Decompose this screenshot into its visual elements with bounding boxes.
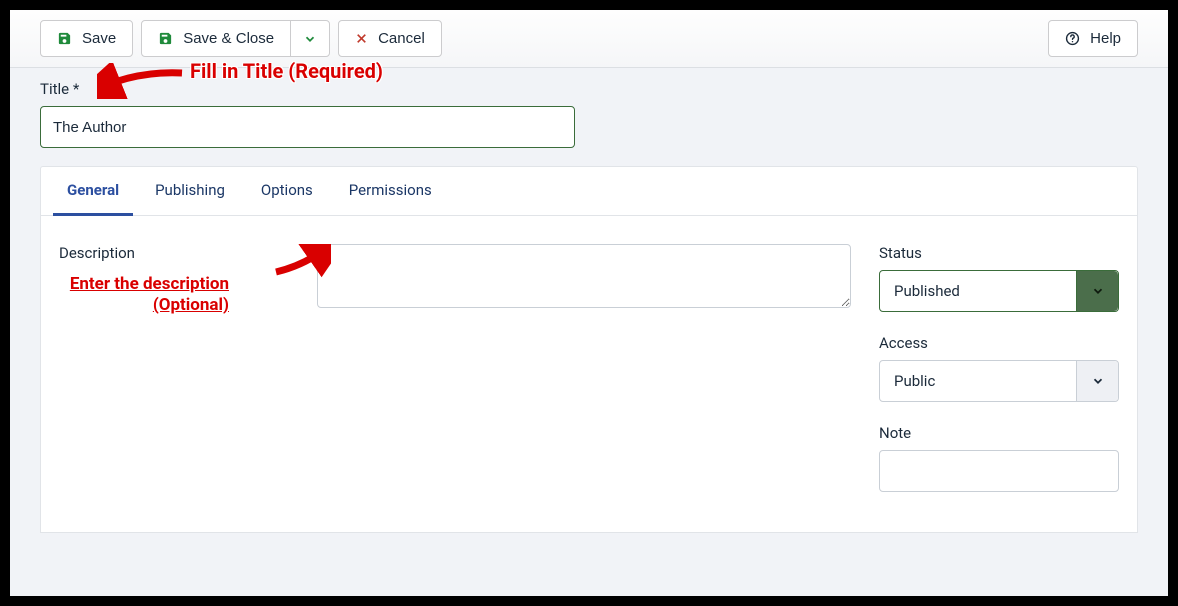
tab-options[interactable]: Options bbox=[247, 167, 327, 216]
mid-column bbox=[317, 244, 851, 492]
access-label: Access bbox=[879, 334, 1119, 352]
note-label: Note bbox=[879, 424, 1119, 442]
status-label: Status bbox=[879, 244, 1119, 262]
help-label: Help bbox=[1090, 30, 1121, 47]
save-close-dropdown-button[interactable] bbox=[290, 20, 330, 57]
save-button[interactable]: Save bbox=[40, 20, 133, 57]
right-column: Status Published Access Public bbox=[879, 244, 1119, 492]
tab-general[interactable]: General bbox=[53, 167, 133, 216]
annotation-desc-line2: (Optional) bbox=[153, 295, 229, 315]
save-close-group: Save & Close bbox=[141, 20, 330, 57]
title-area: Title * Fill in Title (Required) bbox=[10, 68, 1168, 166]
access-dropdown-button[interactable] bbox=[1076, 361, 1118, 401]
title-input[interactable] bbox=[40, 106, 575, 148]
save-close-label: Save & Close bbox=[183, 30, 274, 47]
tab-bar: General Publishing Options Permissions bbox=[41, 167, 1137, 216]
chevron-down-icon bbox=[303, 32, 317, 46]
save-label: Save bbox=[82, 30, 116, 47]
app-frame: Save Save & Close Cancel bbox=[10, 10, 1168, 596]
description-textarea[interactable] bbox=[317, 244, 851, 308]
cancel-label: Cancel bbox=[378, 30, 425, 47]
tab-publishing[interactable]: Publishing bbox=[141, 167, 239, 216]
note-input[interactable] bbox=[879, 450, 1119, 492]
save-icon bbox=[57, 31, 72, 46]
tab-permissions[interactable]: Permissions bbox=[335, 167, 446, 216]
cancel-button[interactable]: Cancel bbox=[338, 20, 442, 57]
status-dropdown-button[interactable] bbox=[1076, 271, 1118, 311]
annotation-desc-line1: Enter the description bbox=[70, 274, 229, 294]
title-label: Title * bbox=[40, 80, 79, 98]
status-select[interactable]: Published bbox=[879, 270, 1119, 312]
access-select[interactable]: Public bbox=[879, 360, 1119, 402]
content-panel: General Publishing Options Permissions D… bbox=[40, 166, 1138, 533]
chevron-down-icon bbox=[1091, 284, 1105, 298]
toolbar: Save Save & Close Cancel bbox=[10, 10, 1168, 68]
arrow-icon bbox=[97, 63, 187, 99]
close-icon bbox=[355, 32, 368, 45]
description-label: Description bbox=[59, 244, 289, 262]
status-value: Published bbox=[880, 282, 1076, 300]
access-value: Public bbox=[880, 372, 1076, 390]
chevron-down-icon bbox=[1091, 374, 1105, 388]
save-close-button[interactable]: Save & Close bbox=[141, 20, 291, 57]
save-icon bbox=[158, 31, 173, 46]
tab-content: Description Enter the description (Optio… bbox=[41, 216, 1137, 532]
left-column: Description Enter the description (Optio… bbox=[59, 244, 289, 492]
question-icon bbox=[1065, 31, 1080, 46]
help-button[interactable]: Help bbox=[1048, 20, 1138, 57]
